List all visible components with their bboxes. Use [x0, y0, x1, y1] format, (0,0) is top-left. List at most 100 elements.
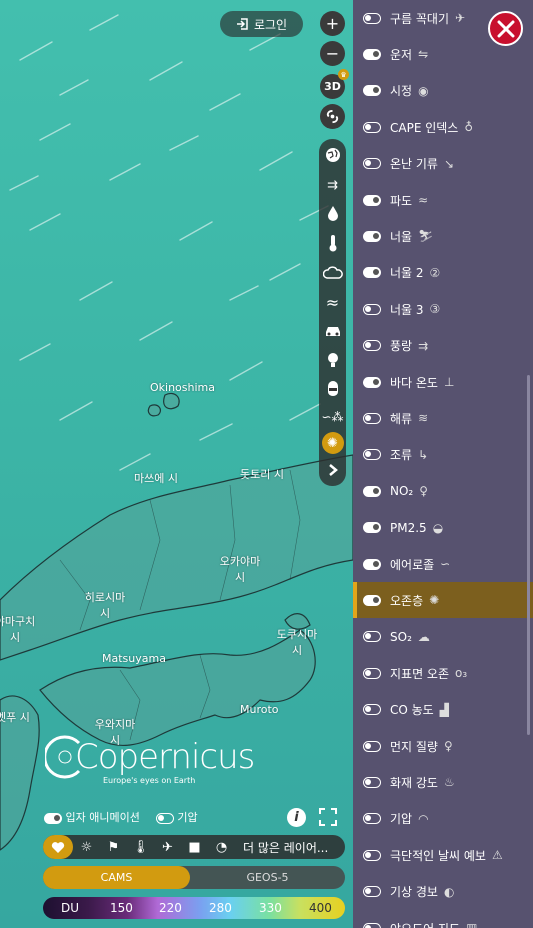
layer-icon: ♀ — [443, 739, 453, 753]
aerosol-icon[interactable]: ∽⁂ — [319, 404, 346, 430]
waves-icon[interactable]: ≈ — [319, 289, 346, 315]
layer-item[interactable]: SO₂ ☁ — [353, 619, 533, 655]
layer-toggle[interactable] — [363, 85, 381, 97]
view-3d-button[interactable]: 3D ♛ — [320, 69, 349, 99]
layer-item[interactable]: 지표면 오존 o₃ — [353, 655, 533, 691]
particle-animation-toggle[interactable]: 입자 애니메이션 — [44, 809, 140, 825]
layer-toggle[interactable] — [363, 594, 381, 606]
layer-toggle[interactable] — [363, 704, 381, 716]
layer-label: 바다 온도 — [390, 375, 438, 390]
layer-item[interactable]: 화재 강도 ♨ — [353, 764, 533, 800]
ozone-layer-icon[interactable]: ✺ — [319, 430, 346, 456]
layer-toggle[interactable] — [363, 922, 381, 928]
chevron-right-icon[interactable] — [319, 457, 346, 483]
close-button[interactable] — [488, 11, 523, 46]
layer-item[interactable]: 너울 ⛷ — [353, 218, 533, 254]
layer-item[interactable]: 기상 경보 ◐ — [353, 874, 533, 910]
rain-drop-icon[interactable] — [319, 200, 346, 226]
no2-icon[interactable] — [319, 347, 346, 373]
layer-toggle[interactable] — [363, 849, 381, 861]
layer-toggle[interactable] — [363, 667, 381, 679]
info-button[interactable]: i — [287, 808, 306, 827]
layer-toggle[interactable] — [363, 485, 381, 497]
zoom-out-button[interactable]: − — [320, 41, 345, 66]
layer-toggle[interactable] — [363, 449, 381, 461]
layer-toggle[interactable] — [363, 631, 381, 643]
layer-toggle[interactable] — [363, 121, 381, 133]
fullscreen-icon[interactable] — [318, 807, 338, 827]
layer-item[interactable]: 너울 3 ③ — [353, 291, 533, 327]
layer-toggle[interactable] — [363, 158, 381, 170]
layer-toggle[interactable] — [363, 886, 381, 898]
flag-icon[interactable]: ⚑ — [100, 840, 127, 855]
favorites-heart-icon[interactable] — [43, 835, 73, 859]
layer-label: 시정 — [390, 84, 413, 99]
layer-toggle[interactable] — [363, 558, 381, 570]
layer-toggle[interactable] — [363, 340, 381, 352]
layer-item[interactable]: NO₂ ♀ — [353, 473, 533, 509]
layer-toggle[interactable] — [363, 48, 381, 60]
layer-item[interactable]: 파도 ≈ — [353, 182, 533, 218]
wind-icon[interactable]: ⇉ — [319, 172, 346, 198]
camera-icon[interactable]: ■ — [181, 840, 208, 855]
globe-icon[interactable] — [319, 142, 346, 168]
toggle-switch[interactable] — [44, 812, 62, 824]
login-button[interactable]: 로그인 — [220, 11, 303, 37]
layer-toggle[interactable] — [363, 194, 381, 206]
model-geos5-button[interactable]: GEOS-5 — [190, 866, 345, 889]
pm25-icon[interactable] — [319, 375, 346, 401]
layer-toggle[interactable] — [363, 776, 381, 788]
layer-label: 기상 경보 — [390, 885, 438, 900]
layer-item[interactable]: 너울 2 ② — [353, 255, 533, 291]
layer-item[interactable]: 야오도어 지도 ▥ — [353, 910, 533, 928]
legend-value: 150 — [110, 901, 133, 915]
layer-toggle[interactable] — [363, 376, 381, 388]
layer-item[interactable]: 기압 ◠ — [353, 801, 533, 837]
layer-toggle[interactable] — [363, 267, 381, 279]
thermometer-icon[interactable] — [319, 230, 346, 256]
layer-item[interactable]: PM2.5 ◒ — [353, 510, 533, 546]
layer-item[interactable]: 해류 ≋ — [353, 400, 533, 436]
layer-toggle[interactable] — [363, 740, 381, 752]
crown-icon: ♛ — [338, 69, 349, 80]
layer-toggle[interactable] — [363, 412, 381, 424]
car-icon[interactable] — [319, 318, 346, 344]
radar-icon[interactable]: ◔ — [208, 840, 235, 855]
layer-icon: ♀ — [419, 484, 429, 499]
pressure-toggle[interactable]: 기압 — [155, 809, 198, 825]
weather-map[interactable]: Okinoshima 마쓰에 시 돗토리 시 오카야마 시 히로시마 시 야마구… — [0, 0, 353, 928]
layer-label: SO₂ — [390, 629, 412, 644]
layer-item[interactable]: 극단적인 날씨 예보 ⚠ — [353, 837, 533, 873]
map-label-okinoshima: Okinoshima — [150, 381, 216, 394]
layer-toggle[interactable] — [363, 230, 381, 242]
toggle-switch[interactable] — [155, 812, 174, 824]
copernicus-wordmark: Copernicus — [75, 737, 255, 777]
model-cams-button[interactable]: CAMS — [43, 866, 190, 889]
layer-icon: ⊥ — [443, 375, 455, 389]
layer-item[interactable]: 시정 ◉ — [353, 73, 533, 109]
layer-item[interactable]: 바다 온도 ⊥ — [353, 364, 533, 400]
legend-value: 400 — [309, 901, 332, 915]
hurricane-icon[interactable] — [320, 104, 345, 129]
layer-item[interactable]: 오존층 ✺ — [353, 582, 533, 619]
layer-item[interactable]: 온난 기류 ↘ — [353, 146, 533, 182]
more-layers-button[interactable]: 더 많은 레이어... — [243, 839, 328, 856]
map-label-matsuyama: Matsuyama — [102, 652, 166, 665]
plane-icon[interactable]: ✈ — [154, 840, 181, 855]
layer-label: 풍랑 — [390, 339, 413, 354]
layer-toggle[interactable] — [363, 813, 381, 825]
zoom-in-button[interactable]: + — [320, 11, 345, 36]
layer-toggle[interactable] — [363, 522, 381, 534]
thermometer-icon[interactable]: 🌡 — [127, 840, 154, 855]
weather-icon[interactable]: ☼ — [73, 840, 100, 855]
layer-item[interactable]: 먼지 질량 ♀ — [353, 728, 533, 764]
layer-item[interactable]: 풍랑 ⇉ — [353, 328, 533, 364]
layer-item[interactable]: CAPE 인덱스 ♁ — [353, 109, 533, 145]
layer-item[interactable]: 조류 ↳ — [353, 437, 533, 473]
layer-item[interactable]: CO 농도 ▟ — [353, 692, 533, 728]
panel-scrollbar[interactable] — [527, 375, 530, 735]
layer-item[interactable]: 에어로졸 ∽ — [353, 546, 533, 582]
layer-toggle[interactable] — [363, 303, 381, 315]
layer-toggle[interactable] — [363, 12, 381, 24]
clouds-icon[interactable] — [319, 260, 346, 286]
